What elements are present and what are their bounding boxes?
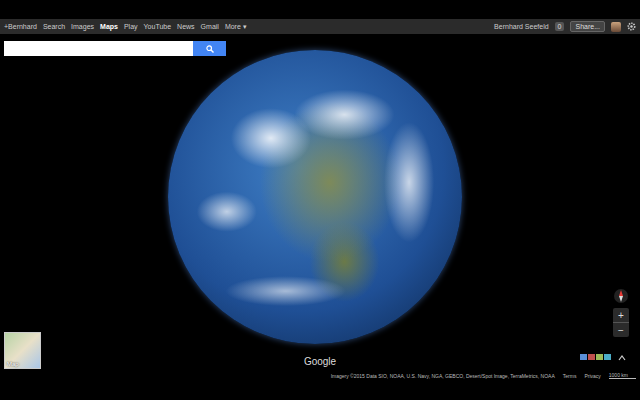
notification-badge[interactable]: 0 <box>555 22 565 31</box>
map-type-toggle[interactable]: Map <box>4 332 41 369</box>
map-controls: +− <box>613 288 629 337</box>
account-area: Bernhard Seefeld 0 Share... <box>494 21 636 32</box>
footer-link[interactable]: Privacy <box>584 373 600 379</box>
zoom-control: +− <box>613 308 629 337</box>
earth-globe[interactable] <box>168 50 462 344</box>
search-icon[interactable] <box>206 45 214 53</box>
top-spacer <box>0 0 640 19</box>
user-name[interactable]: Bernhard Seefeld <box>494 23 548 30</box>
map-type-label: Map <box>5 360 21 368</box>
app-link[interactable]: News <box>177 23 195 30</box>
chevron-up-icon[interactable] <box>618 354 626 361</box>
app-link[interactable]: Play <box>124 23 138 30</box>
app-link[interactable]: Gmail <box>201 23 219 30</box>
scale-bar: 1000 km <box>609 372 636 379</box>
share-button[interactable]: Share... <box>570 21 605 32</box>
app-link[interactable]: +Bernhard <box>4 23 37 30</box>
app-links: +Bernhard Search Images Maps Play YouTube News… <box>4 23 488 31</box>
zoom-divider <box>613 322 629 323</box>
app-link[interactable]: Images <box>71 23 94 30</box>
layer-thumbnail[interactable] <box>588 354 595 360</box>
attribution: Imagery ©2015 Data SIO, NOAA, U.S. Navy,… <box>331 373 555 379</box>
compass-icon[interactable] <box>613 288 629 304</box>
top-bar: +Bernhard Search Images Maps Play YouTube News… <box>0 19 640 34</box>
app-link[interactable]: More ▾ <box>225 23 247 31</box>
search-button[interactable] <box>193 41 226 56</box>
search-box <box>4 41 226 56</box>
app-link[interactable]: Maps <box>100 23 118 30</box>
footer-bar: Imagery ©2015 Data SIO, NOAA, U.S. Navy,… <box>331 372 636 379</box>
app-link[interactable]: YouTube <box>144 23 172 30</box>
zoom-out-button[interactable]: − <box>613 323 629 337</box>
footer-link[interactable]: Terms <box>563 373 577 379</box>
app-link[interactable]: Search <box>43 23 65 30</box>
layer-thumbnail[interactable] <box>596 354 603 360</box>
search-input[interactable] <box>4 41 193 56</box>
zoom-in-button[interactable]: + <box>613 308 629 322</box>
avatar-icon[interactable] <box>611 22 621 32</box>
map-canvas[interactable]: Map +− Google Imagery ©2015 Data SIO, NOAA,… <box>0 34 640 400</box>
gear-icon[interactable] <box>627 22 636 31</box>
layer-thumbnail[interactable] <box>580 354 587 360</box>
layer-thumbnail[interactable] <box>604 354 611 360</box>
google-logo: Google <box>0 356 640 367</box>
layer-thumbnails <box>580 354 611 360</box>
